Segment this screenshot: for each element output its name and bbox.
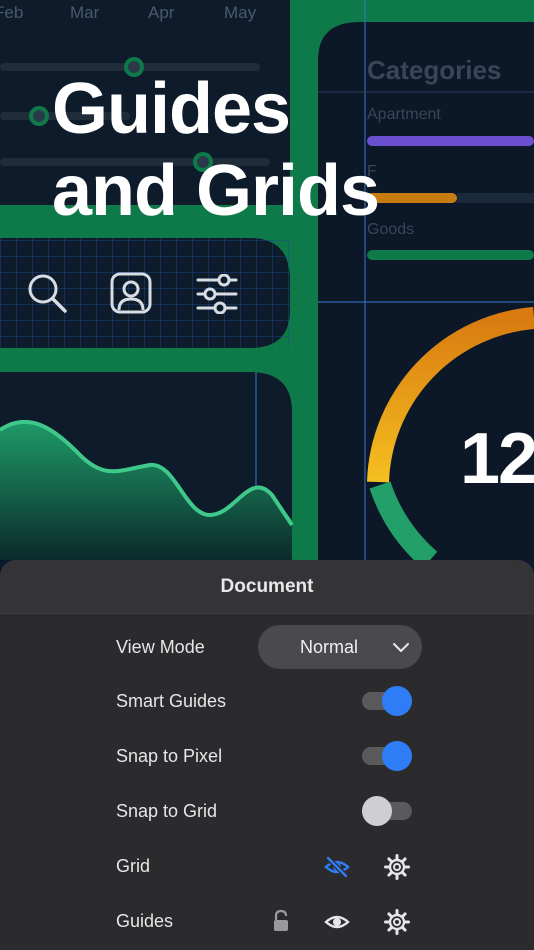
smart-guides-toggle[interactable] xyxy=(362,686,412,716)
headline-line-1: Guides xyxy=(52,69,291,149)
grid-label: Grid xyxy=(116,856,151,876)
eye-icon[interactable] xyxy=(324,909,350,935)
user-portrait-icon xyxy=(110,272,152,314)
view-mode-value: Normal xyxy=(300,637,359,657)
document-settings-sheet: Document View Mode Normal Smart Guides S… xyxy=(0,560,534,950)
snap-to-grid-row: Snap to Grid xyxy=(0,789,534,833)
toggle-knob xyxy=(382,741,412,771)
month-label: Feb xyxy=(0,3,24,22)
snap-to-pixel-row: Snap to Pixel xyxy=(0,734,534,778)
gear-icon[interactable] xyxy=(384,854,410,880)
snap-to-pixel-toggle[interactable] xyxy=(362,741,412,771)
promo-headline: Guides and Grids xyxy=(52,68,512,232)
view-mode-label: View Mode xyxy=(116,637,205,657)
gear-icon[interactable] xyxy=(384,909,410,935)
gauge-value: 12 xyxy=(460,419,534,499)
chevron-down-icon xyxy=(393,643,409,652)
toggle-knob xyxy=(382,686,412,716)
search-icon xyxy=(28,274,67,313)
sheet-title: Document xyxy=(220,575,314,597)
month-label: Mar xyxy=(70,3,100,22)
sliders-icon xyxy=(196,274,238,314)
view-mode-row: View Mode Normal xyxy=(0,625,534,669)
month-label: Apr xyxy=(148,3,175,22)
grid-row: Grid xyxy=(0,844,534,888)
snap-to-grid-label: Snap to Grid xyxy=(116,801,218,821)
smart-guides-label: Smart Guides xyxy=(116,691,227,711)
snap-to-pixel-label: Snap to Pixel xyxy=(116,746,223,766)
toggle-knob xyxy=(362,796,392,826)
lock-icon[interactable] xyxy=(268,909,294,935)
headline-line-2: and Grids xyxy=(52,151,380,231)
guides-row: Guides xyxy=(0,899,534,943)
guides-label: Guides xyxy=(116,911,174,931)
snap-to-grid-toggle[interactable] xyxy=(362,796,412,826)
month-label: May xyxy=(224,3,257,22)
eye-slash-icon[interactable] xyxy=(324,854,350,880)
smart-guides-row: Smart Guides xyxy=(0,679,534,723)
view-mode-dropdown[interactable]: Normal xyxy=(258,625,422,669)
sheet-header: Document xyxy=(0,560,534,614)
